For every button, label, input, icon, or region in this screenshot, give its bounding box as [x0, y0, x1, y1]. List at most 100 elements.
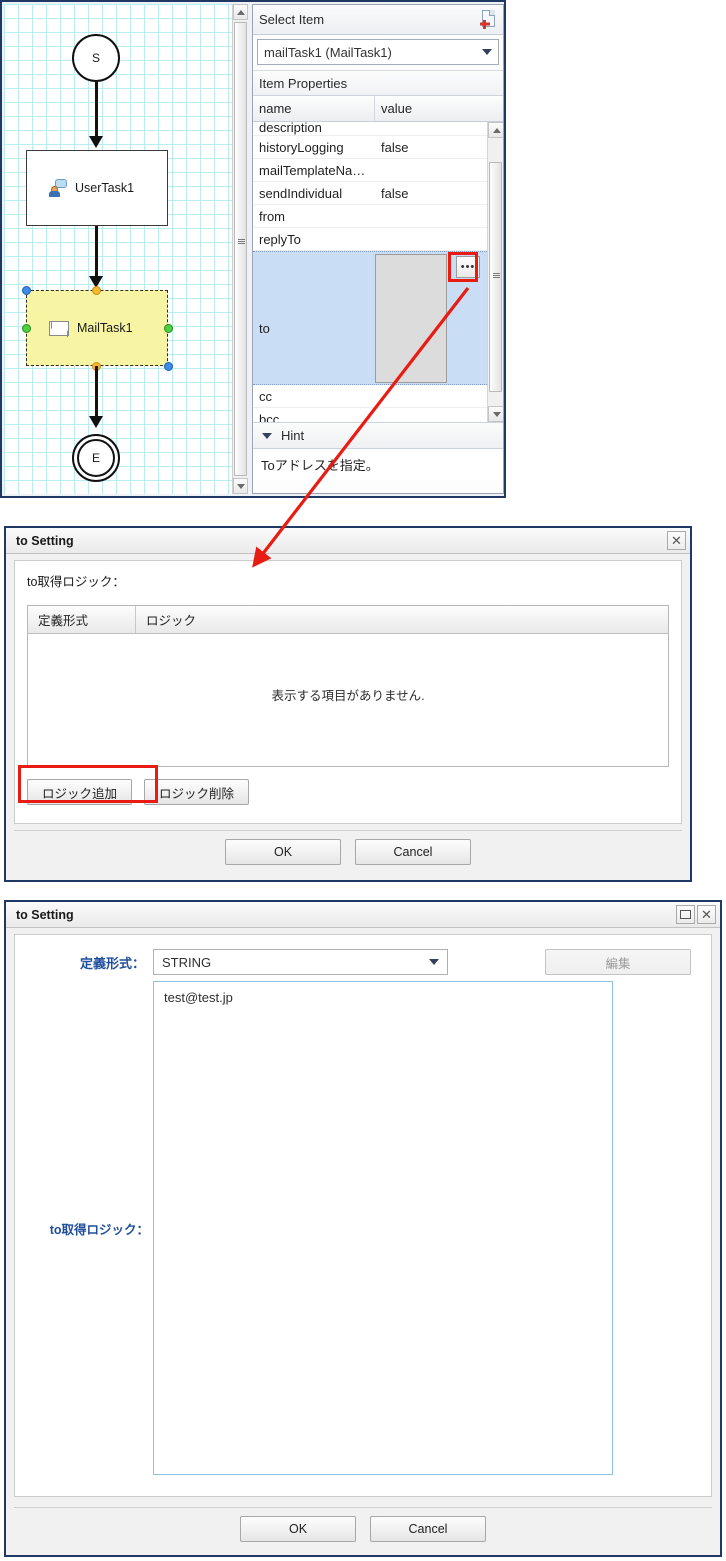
definition-format-select[interactable]: STRING [153, 949, 448, 975]
end-event-node[interactable]: E [72, 434, 120, 482]
ok-button[interactable]: OK [225, 838, 341, 865]
canvas-scroll-down-button[interactable] [233, 478, 248, 494]
property-value: false [381, 185, 409, 201]
table-row[interactable]: mailTemplateNa… [253, 159, 487, 182]
select-item-dropdown[interactable]: mailTask1 (MailTask1) [257, 39, 499, 65]
dialog-title: to Setting [16, 907, 74, 922]
item-properties-title: Item Properties [259, 75, 348, 91]
diagram-canvas[interactable]: S UserTask1 MailTask1 E [4, 4, 232, 494]
item-properties-subheader: Item Properties [253, 70, 503, 96]
dialog-footer: OK Cancel [14, 1507, 712, 1549]
dialog-titlebar[interactable]: to Setting ✕ [6, 902, 720, 928]
logic-label: to取得ロジック： [49, 1222, 149, 1237]
column-header-value[interactable]: value [375, 96, 503, 121]
property-name: description [259, 122, 322, 135]
format-row: 定義形式： STRING 編集 [15, 935, 711, 975]
flow-connector-2 [95, 226, 98, 278]
connection-handle-left[interactable] [22, 324, 31, 333]
table-row[interactable]: from [253, 205, 487, 228]
item-properties-pane: Select Item mailTask1 (MailTask1) Item P… [252, 4, 504, 494]
user-task-label: UserTask1 [75, 181, 135, 195]
flow-connector-3 [95, 366, 98, 418]
logic-textarea[interactable]: test@test.jp [153, 981, 613, 1475]
empty-state-message: 表示する項目がありません. [271, 688, 425, 703]
scroll-grip-icon [493, 273, 500, 279]
edit-button[interactable]: 編集 [545, 949, 691, 975]
document-plugin-icon[interactable] [480, 10, 497, 29]
to-setting-list-dialog: to Setting ✕ to取得ロジック： 定義形式 ロジック 表示する項目が… [4, 526, 692, 882]
restore-icon[interactable] [676, 905, 695, 924]
hint-body-text: Toアドレスを指定。 [253, 449, 503, 480]
properties-scroll-thumb[interactable] [489, 162, 502, 392]
close-icon[interactable]: ✕ [697, 905, 716, 924]
column-header-name[interactable]: name [253, 96, 375, 121]
property-name: mailTemplateNa… [259, 162, 366, 178]
highlight-box-ellipsis-button [448, 252, 478, 282]
table-header-row: 定義形式 ロジック [28, 606, 668, 634]
connection-handle-top[interactable] [92, 286, 101, 295]
start-event-label: S [91, 51, 100, 65]
logic-row: to取得ロジック： test@test.jp [15, 975, 711, 1475]
mail-task-node[interactable]: MailTask1 [26, 290, 168, 366]
logic-list-table[interactable]: 定義形式 ロジック 表示する項目がありません. [27, 605, 669, 767]
properties-vertical-scrollbar[interactable] [487, 122, 503, 422]
dialog-content-area: 定義形式： STRING 編集 to取得ロジック： test@test.jp [14, 934, 712, 1497]
property-name: replyTo [259, 231, 301, 247]
cancel-button[interactable]: Cancel [370, 1515, 486, 1542]
canvas-vertical-scrollbar[interactable] [232, 4, 248, 494]
flow-arrowhead-3 [89, 416, 103, 428]
property-name: cc [259, 388, 272, 404]
end-event-label: E [91, 451, 100, 465]
editor-screenshot-panel: S UserTask1 MailTask1 E Select Item mail… [0, 0, 506, 498]
property-name: from [259, 208, 285, 224]
column-header-logic[interactable]: ロジック [136, 606, 668, 633]
format-label: 定義形式： [79, 955, 145, 971]
connection-handle-right[interactable] [164, 324, 173, 333]
delete-logic-button[interactable]: ロジック削除 [144, 779, 250, 805]
table-row[interactable]: historyLogging false [253, 136, 487, 159]
property-name: historyLogging [259, 139, 344, 155]
canvas-scroll-up-button[interactable] [233, 4, 248, 20]
dialog-titlebar[interactable]: to Setting ✕ [6, 528, 690, 554]
property-name: sendIndividual [259, 185, 343, 201]
hint-section-header[interactable]: Hint [253, 422, 503, 449]
mail-task-label: MailTask1 [77, 321, 133, 335]
properties-pane-title: Select Item [259, 12, 325, 27]
table-row[interactable]: sendIndividual false [253, 182, 487, 205]
properties-scroll-down-button[interactable] [488, 406, 503, 422]
to-setting-edit-dialog: to Setting ✕ 定義形式： STRING 編集 to取得ロジック： t… [4, 900, 722, 1557]
start-event-node[interactable]: S [72, 34, 120, 82]
ok-button[interactable]: OK [240, 1515, 356, 1542]
flow-connector-1 [95, 82, 98, 138]
property-name: to [259, 321, 270, 336]
properties-pane-header: Select Item [253, 5, 503, 35]
properties-scroll-up-button[interactable] [488, 122, 503, 138]
selection-handle-top-left[interactable] [22, 286, 31, 295]
table-row[interactable]: description [253, 122, 487, 136]
properties-grid-header: name value [253, 96, 503, 122]
scroll-grip-icon [238, 239, 245, 245]
dialog-footer: OK Cancel [14, 830, 682, 872]
chevron-down-icon [429, 959, 439, 965]
canvas-scroll-thumb[interactable] [234, 22, 247, 476]
close-icon[interactable]: ✕ [667, 531, 686, 550]
selection-handle-bottom-right[interactable] [164, 362, 173, 371]
select-item-value: mailTask1 (MailTask1) [264, 44, 392, 60]
user-task-node[interactable]: UserTask1 [26, 150, 168, 226]
dialog-title: to Setting [16, 533, 74, 548]
logic-field-label: to取得ロジック： [27, 575, 125, 589]
to-value-editor[interactable] [375, 254, 447, 383]
flow-arrowhead-1 [89, 136, 103, 148]
definition-format-value: STRING [162, 954, 212, 970]
chevron-down-icon [482, 49, 492, 55]
mail-task-icon [49, 320, 69, 336]
user-task-icon [49, 179, 67, 197]
property-name: bcc [259, 411, 280, 423]
highlight-box-add-logic-button [18, 765, 158, 803]
cancel-button[interactable]: Cancel [355, 838, 471, 865]
property-value: false [381, 139, 409, 155]
table-row[interactable]: replyTo [253, 228, 487, 251]
column-header-definition-format[interactable]: 定義形式 [28, 606, 136, 633]
table-row[interactable]: cc [253, 385, 487, 408]
table-row[interactable]: bcc [253, 408, 487, 423]
